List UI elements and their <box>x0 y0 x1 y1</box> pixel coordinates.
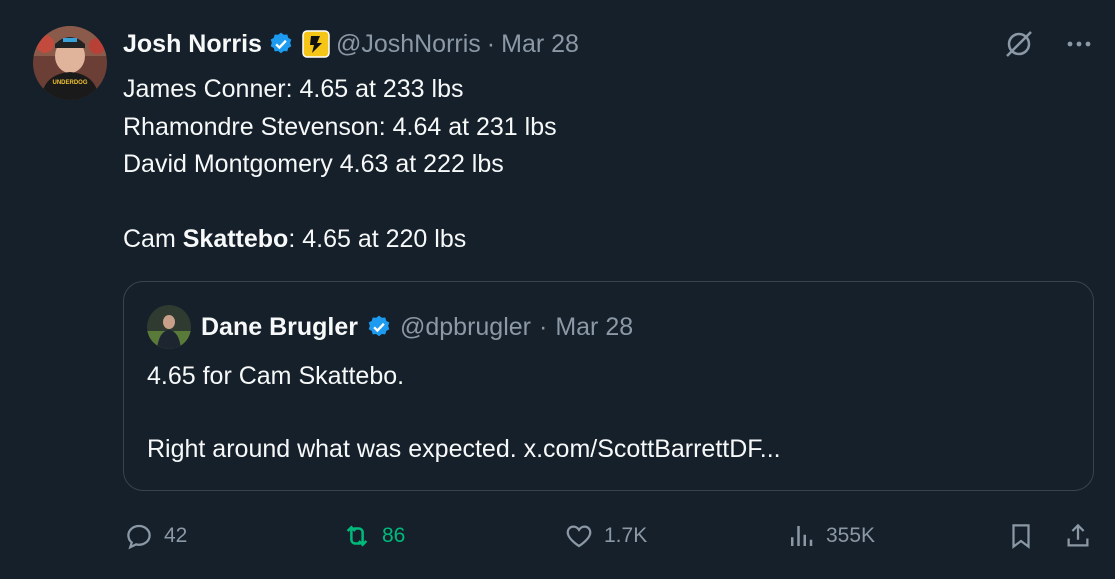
separator-dot: · <box>486 29 496 58</box>
tweet-line: David Montgomery 4.63 at 222 lbs <box>123 150 504 178</box>
quoted-tweet-date[interactable]: Mar 28 <box>555 313 633 342</box>
tweet-line: James Conner: 4.65 at 233 lbs <box>123 75 464 103</box>
views-chart-icon <box>791 526 813 546</box>
share-icon <box>1067 523 1089 547</box>
quoted-author-avatar[interactable] <box>147 305 191 349</box>
reply-count: 42 <box>164 524 188 547</box>
tweet-text-bold: Skattebo <box>182 225 289 253</box>
tweet-line: Cam Skattebo: 4.65 at 220 lbs <box>123 221 557 259</box>
retweet-icon <box>346 525 368 547</box>
like-button[interactable]: 1.7K <box>564 512 647 560</box>
retweet-button[interactable]: 86 <box>342 512 405 560</box>
quoted-tweet-header: Dane Brugler @dpbrugler · Mar 28 <box>147 305 633 349</box>
quoted-text-line: Right around what was expected. x.com/Sc… <box>147 435 781 463</box>
grok-icon[interactable] <box>1003 28 1035 60</box>
quoted-author-handle[interactable]: @dpbrugler <box>400 313 531 342</box>
author-avatar[interactable]: UNDERDOG <box>33 26 107 100</box>
tweet-date[interactable]: Mar 28 <box>501 30 579 59</box>
shirt-text: UNDERDOG <box>52 80 87 86</box>
verified-badge-icon[interactable] <box>268 31 294 57</box>
bookmark-button[interactable] <box>1006 512 1036 560</box>
tweet-line: Rhamondre Stevenson: 4.64 at 231 lbs <box>123 112 557 141</box>
action-bar: 42 86 1.7K 355K <box>0 512 1115 560</box>
bookmark-icon <box>1012 524 1030 549</box>
tweet-header: Josh Norris @JoshNorris · Mar 28 <box>123 26 579 62</box>
tweet-text: James Conner: 4.65 at 233 lbs Rhamondre … <box>123 71 557 259</box>
tweet-top-actions <box>1003 28 1095 60</box>
views-button[interactable]: 355K <box>786 512 875 560</box>
quoted-author-name[interactable]: Dane Brugler <box>201 313 358 342</box>
author-handle[interactable]: @JoshNorris <box>336 30 481 59</box>
views-count: 355K <box>826 524 876 547</box>
tweet[interactable]: UNDERDOG Josh Norris @JoshNorris · Mar 2… <box>0 0 1115 579</box>
more-options-icon[interactable] <box>1063 28 1095 60</box>
like-count: 1.7K <box>604 524 648 547</box>
reply-button[interactable]: 42 <box>124 512 187 560</box>
heart-icon <box>566 525 592 548</box>
quoted-tweet[interactable]: Dane Brugler @dpbrugler · Mar 28 4.65 fo… <box>123 281 1094 491</box>
tweet-text-segment: Cam <box>123 225 183 253</box>
separator-dot: · <box>539 312 548 341</box>
quoted-text-line: 4.65 for Cam Skattebo. <box>147 362 405 390</box>
retweet-count: 86 <box>382 524 406 547</box>
underdog-logo-icon[interactable] <box>302 30 330 58</box>
reply-icon <box>127 524 151 550</box>
author-name[interactable]: Josh Norris <box>123 30 262 59</box>
tweet-text-segment: : 4.65 at 220 lbs <box>288 225 467 253</box>
verified-badge-icon[interactable] <box>366 314 392 340</box>
share-button[interactable] <box>1063 512 1093 560</box>
